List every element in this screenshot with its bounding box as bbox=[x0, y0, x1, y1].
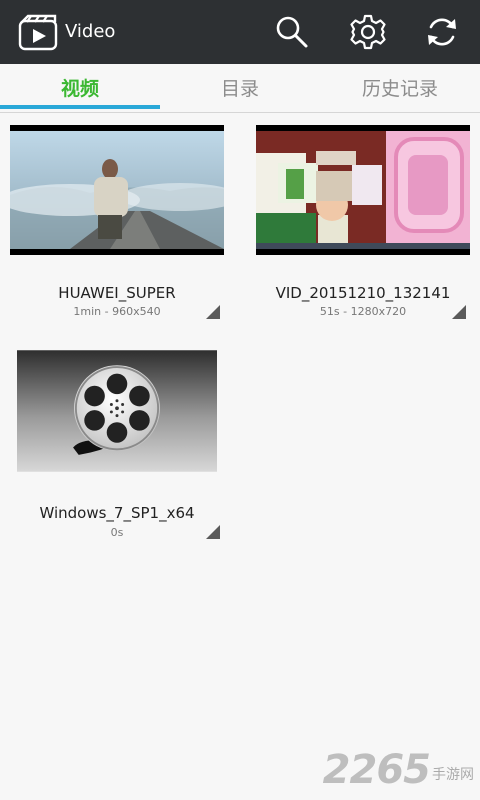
video-title: HUAWEI_SUPER bbox=[58, 284, 176, 302]
search-icon bbox=[276, 16, 308, 48]
app-title: Video bbox=[65, 21, 116, 42]
clapperboard-play-icon[interactable] bbox=[18, 13, 58, 51]
refresh-button[interactable] bbox=[424, 14, 460, 50]
settings-button[interactable] bbox=[350, 14, 386, 50]
selected-tab-indicator bbox=[0, 105, 160, 109]
video-meta: 51s - 1280x720 bbox=[319, 305, 407, 318]
video-thumbnail bbox=[17, 350, 217, 472]
video-meta: 1min - 960x540 bbox=[73, 305, 161, 318]
watermark-text: 手游网 bbox=[432, 767, 474, 783]
watermark-number: 2265 bbox=[322, 747, 431, 793]
refresh-icon bbox=[428, 18, 456, 46]
top-action-bar: Video bbox=[0, 0, 480, 64]
item-menu-corner-icon[interactable] bbox=[452, 305, 466, 319]
video-meta: 0s bbox=[110, 526, 124, 539]
video-title: VID_20151210_132141 bbox=[275, 284, 451, 302]
video-thumbnail bbox=[10, 125, 224, 255]
site-watermark: 2265 手游网 bbox=[323, 750, 474, 790]
video-thumbnail bbox=[256, 125, 470, 255]
item-menu-corner-icon[interactable] bbox=[206, 525, 220, 539]
item-menu-corner-icon[interactable] bbox=[206, 305, 220, 319]
gear-icon bbox=[350, 14, 386, 50]
tab-videos[interactable]: 视频 bbox=[0, 64, 160, 110]
tab-history[interactable]: 历史记录 bbox=[320, 64, 480, 110]
video-title: Windows_7_SP1_x64 bbox=[39, 504, 195, 522]
search-button[interactable] bbox=[274, 14, 310, 50]
tab-directory[interactable]: 目录 bbox=[160, 64, 320, 110]
